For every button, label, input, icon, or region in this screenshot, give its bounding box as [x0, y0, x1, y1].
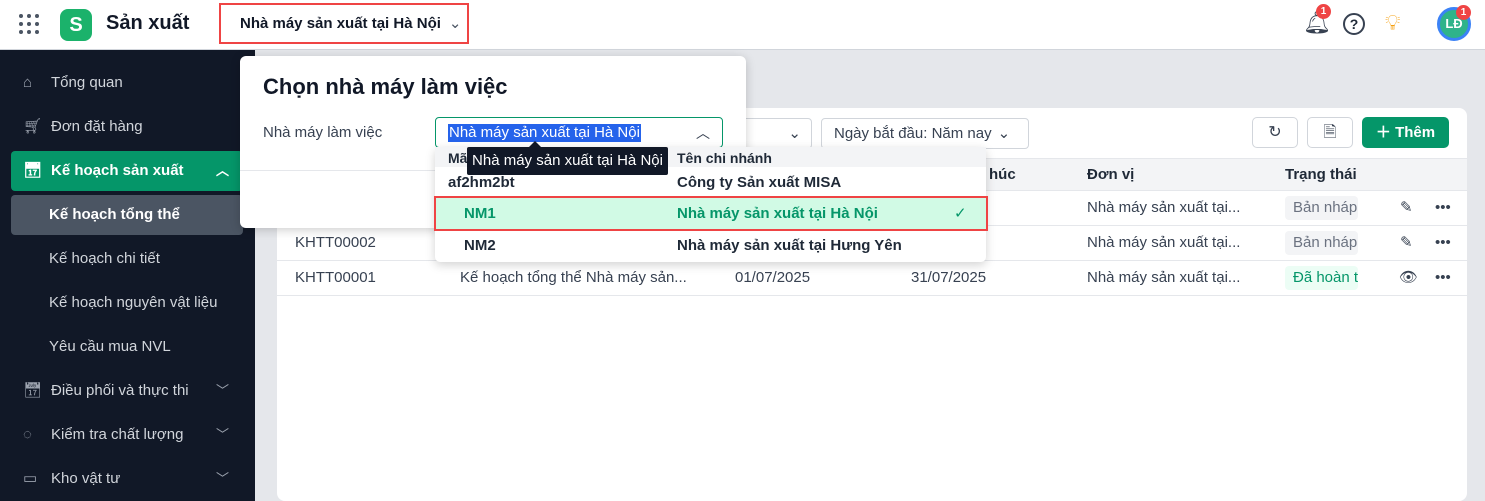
sidebar-item-label: Kho vật tư	[51, 470, 121, 487]
chevron-down-icon: ﹀	[215, 383, 229, 398]
cell-start-date: 01/07/2025	[735, 269, 811, 286]
app-logo-icon: S	[60, 9, 92, 41]
archive-icon: ▭	[23, 470, 38, 487]
chevron-up-icon: ︿	[696, 125, 710, 141]
notification-badge: 1	[1316, 4, 1331, 19]
eye-icon[interactable]: 👁︎	[1399, 261, 1418, 295]
app-grid-icon[interactable]	[19, 14, 39, 34]
dialog-title: Chọn nhà máy làm việc	[263, 74, 508, 99]
factory-selector[interactable]: Nhà máy sản xuất tại Hà Nội ⌄	[219, 3, 469, 44]
column-header-end-date[interactable]: húc	[989, 159, 1016, 191]
factory-field-label: Nhà máy làm việc	[263, 124, 383, 141]
check-icon: ✓	[954, 205, 967, 222]
sidebar-item-label: Kế hoạch tổng thể	[49, 206, 180, 223]
refresh-button[interactable]: ↻	[1252, 117, 1298, 148]
calendar-clock-icon: 📅︎	[23, 382, 43, 399]
option-code: NM1	[464, 205, 496, 222]
sidebar-item-label: Tổng quan	[51, 74, 123, 91]
refresh-icon: ↻	[1268, 124, 1282, 141]
dropdown-option[interactable]: NM2 Nhà máy sản xuất tại Hưng Yên	[435, 230, 986, 261]
column-header-unit[interactable]: Đơn vị	[1087, 159, 1134, 191]
cell-code: KHTT00002	[295, 234, 376, 251]
sidebar-item-label: Đơn đặt hàng	[51, 118, 143, 135]
cell-unit: Nhà máy sản xuất tại...	[1087, 199, 1241, 216]
cell-unit: Nhà máy sản xuất tại...	[1087, 234, 1241, 251]
sidebar-item-don-dat-hang[interactable]: 🛒︎ Đơn đặt hàng	[11, 107, 243, 147]
status-badge: Đã hoàn t	[1285, 266, 1358, 290]
edit-icon[interactable]: ✎	[1400, 191, 1413, 225]
factory-selector-label: Nhà máy sản xuất tại Hà Nội	[240, 15, 441, 32]
cell-unit: Nhà máy sản xuất tại...	[1087, 269, 1241, 286]
sidebar-item-ke-hoach-nvl[interactable]: Kế hoạch nguyên vật liệu	[11, 283, 243, 323]
option-code: NM2	[464, 237, 496, 254]
status-badge: Bản nháp	[1285, 231, 1358, 255]
option-name: Nhà máy sản xuất tại Hà Nội	[677, 205, 878, 222]
top-bar: S Sản xuất Nhà máy sản xuất tại Hà Nội ⌄ …	[0, 0, 1485, 50]
dropdown-option-selected[interactable]: NM1 Nhà máy sản xuất tại Hà Nội ✓	[434, 196, 988, 231]
add-button[interactable]: ＋ Thêm	[1362, 117, 1449, 148]
tooltip: Nhà máy sản xuất tại Hà Nội	[467, 141, 668, 175]
sidebar-item-kiem-tra[interactable]: ◌ Kiểm tra chất lượng ﹀	[11, 415, 243, 455]
sidebar-item-label: Yêu cầu mua NVL	[49, 338, 171, 355]
option-name: Nhà máy sản xuất tại Hưng Yên	[677, 237, 902, 254]
more-icon[interactable]: •••	[1435, 261, 1451, 295]
sidebar-item-label: Điều phối và thực thi	[51, 382, 189, 399]
chevron-down-icon: ⌄	[788, 125, 801, 142]
sidebar-item-yeu-cau-mua-nvl[interactable]: Yêu cầu mua NVL	[11, 327, 243, 367]
check-circle-icon: ◌	[23, 426, 32, 443]
home-icon: ⌂	[23, 74, 33, 91]
status-badge: Bản nháp	[1285, 196, 1358, 220]
more-icon[interactable]: •••	[1435, 191, 1451, 225]
file-export-icon: 🗎︎	[1323, 124, 1337, 141]
sidebar-item-label: Kế hoạch sản xuất	[51, 162, 184, 179]
add-button-label: Thêm	[1395, 124, 1436, 141]
cell-end-date: 31/07/2025	[911, 269, 987, 286]
dropdown-col-name: Tên chi nhánh	[677, 150, 772, 166]
cell-code: KHTT00001	[295, 269, 376, 286]
chevron-down-icon: ﹀	[215, 471, 229, 486]
sidebar: ⌂ Tổng quan 🛒︎ Đơn đặt hàng 📅︎ Kế hoạch sản…	[0, 50, 255, 501]
sidebar-item-ke-hoach-tong-the[interactable]: Kế hoạch tổng thể	[11, 195, 243, 235]
sidebar-item-label: Kiểm tra chất lượng	[51, 426, 184, 443]
export-button[interactable]: 🗎︎	[1307, 117, 1353, 148]
date-filter[interactable]: Ngày bắt đầu: Năm nay ⌄	[821, 118, 1029, 149]
table-row[interactable]: KHTT00001 Kế hoạch tổng thể Nhà máy sản.…	[277, 261, 1467, 296]
calendar-gear-icon: 📅︎	[23, 162, 43, 179]
chevron-down-icon: ⌄	[448, 15, 462, 32]
chevron-up-icon: ︿	[215, 163, 229, 178]
sidebar-item-kho-vat-tu[interactable]: ▭ Kho vật tư ﹀	[11, 459, 243, 499]
sidebar-item-ke-hoach-san-xuat[interactable]: 📅︎ Kế hoạch sản xuất ︿	[11, 151, 243, 191]
help-icon[interactable]: ?	[1343, 13, 1365, 35]
sidebar-item-label: Kế hoạch chi tiết	[49, 250, 160, 267]
plus-icon: ＋	[1375, 124, 1396, 141]
factory-field-select[interactable]: Nhà máy sản xuất tại Hà Nội ︿	[435, 117, 723, 148]
factory-field-value: Nhà máy sản xuất tại Hà Nội	[448, 124, 641, 142]
dropdown-col-code: Mã	[448, 150, 468, 166]
edit-icon[interactable]: ✎	[1400, 226, 1413, 260]
option-name: Công ty Sản xuất MISA	[677, 174, 842, 191]
chevron-down-icon: ﹀	[215, 427, 229, 442]
sidebar-item-label: Kế hoạch nguyên vật liệu	[49, 294, 218, 311]
column-header-status[interactable]: Trạng thái	[1285, 159, 1357, 191]
cart-icon: 🛒︎	[23, 118, 43, 135]
cell-name: Kế hoạch tổng thể Nhà máy sản...	[460, 269, 687, 286]
sidebar-item-ke-hoach-chi-tiet[interactable]: Kế hoạch chi tiết	[11, 239, 243, 279]
avatar-badge: 1	[1456, 5, 1471, 20]
date-filter-label: Ngày bắt đầu: Năm nay	[834, 125, 992, 142]
lightbulb-book-icon[interactable]: 💡︎	[1385, 10, 1400, 36]
app-title: Sản xuất	[106, 12, 190, 34]
chevron-down-icon: ⌄	[997, 125, 1011, 142]
sidebar-item-dieu-phoi[interactable]: 📅︎ Điều phối và thực thi ﹀	[11, 371, 243, 411]
sidebar-item-tong-quan[interactable]: ⌂ Tổng quan	[11, 63, 243, 103]
more-icon[interactable]: •••	[1435, 226, 1451, 260]
